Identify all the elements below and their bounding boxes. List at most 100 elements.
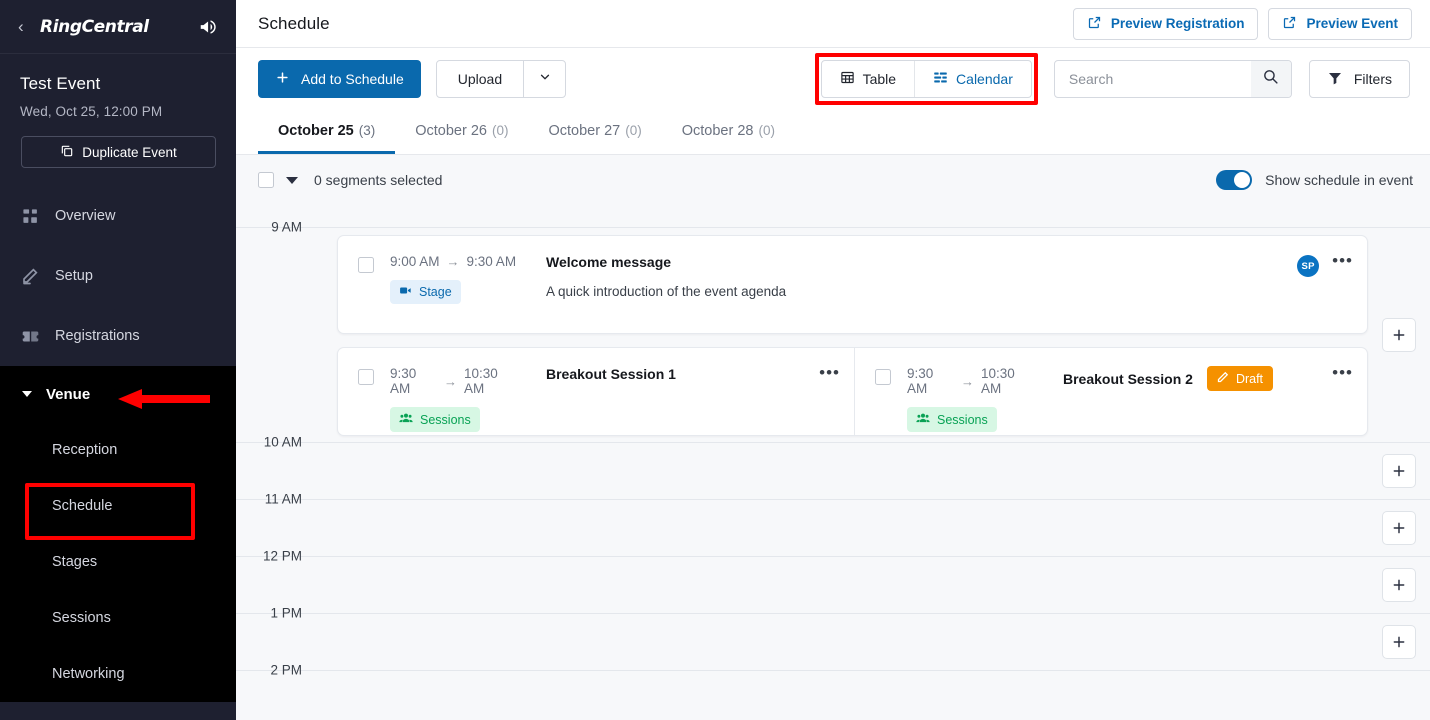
card-type-label: Stage [419, 285, 452, 299]
card-actions: ••• [805, 364, 840, 435]
tab-label: October 26 [415, 122, 487, 139]
sidebar-item-sessions[interactable]: Sessions [0, 590, 236, 646]
chevron-left-icon[interactable]: ‹ [18, 18, 34, 35]
segment-checkbox[interactable] [358, 257, 374, 273]
upload-button[interactable]: Upload [437, 61, 523, 97]
card-body: Welcome message A quick introduction of … [546, 254, 1283, 333]
card-title: Welcome message [546, 254, 672, 270]
avatar[interactable]: SP [1297, 255, 1320, 277]
card-title: Breakout Session 2 [1063, 370, 1193, 387]
table-icon [840, 70, 855, 88]
card-time-range: 9:00 AM → 9:30 AM [390, 254, 518, 269]
filters-button[interactable]: Filters [1308, 60, 1410, 98]
sidebar-header: ‹ RingCentral [0, 0, 236, 54]
event-summary: Test Event Wed, Oct 25, 12:00 PM [0, 54, 236, 119]
plus-icon [1393, 579, 1405, 591]
grid-line [236, 499, 1430, 500]
time-label: 1 PM [270, 605, 302, 621]
tab-calendar-view[interactable]: Calendar [914, 61, 1031, 97]
tab-count: (0) [492, 123, 509, 138]
external-link-icon [1282, 15, 1297, 33]
sidebar-item-registrations[interactable]: Registrations [0, 306, 236, 366]
arrow-right-icon: → [443, 373, 457, 389]
caret-down-icon[interactable] [286, 176, 298, 184]
megaphone-icon[interactable] [198, 16, 220, 38]
sidebar-item-label: Stages [52, 554, 98, 570]
search-button[interactable] [1250, 61, 1291, 97]
sidebar-group-label: Venue [46, 385, 91, 403]
calendar-view-icon [933, 70, 948, 88]
segment-checkbox[interactable] [358, 369, 374, 385]
preview-registration-label: Preview Registration [1110, 16, 1245, 31]
sidebar-item-schedule[interactable]: Schedule [0, 478, 236, 534]
upload-dropdown-toggle[interactable] [523, 61, 565, 97]
add-segment-button[interactable] [1382, 454, 1416, 488]
card-time-range: 9:30 AM → 10:30 AM [390, 366, 518, 396]
add-segment-button[interactable] [1382, 318, 1416, 352]
plus-icon [1393, 636, 1405, 648]
card-time-range: 9:30 AM → 10:30 AM [907, 366, 1035, 396]
show-schedule-toggle[interactable] [1216, 170, 1253, 190]
card-pane-breakout-2[interactable]: 9:30 AM → 10:30 AM Sessions Breakout Ses… [854, 348, 1367, 435]
status-badge[interactable]: Draft [1206, 366, 1274, 391]
show-schedule-toggle-group: Show schedule in event [1216, 170, 1413, 190]
tab-table-label: Table [862, 71, 897, 87]
card-start-time: 9:00 AM [390, 254, 440, 269]
tab-calendar-label: Calendar [956, 71, 1013, 87]
tab-count: (0) [625, 123, 642, 138]
plus-icon [275, 70, 290, 88]
time-label: 9 AM [271, 219, 302, 235]
event-name: Test Event [20, 74, 101, 93]
sidebar-item-label: Schedule [52, 498, 113, 514]
sidebar-item-label: Networking [52, 666, 125, 682]
tab-october-28[interactable]: October 28 (0) [662, 110, 795, 154]
sidebar-item-setup[interactable]: Setup [0, 246, 236, 306]
tab-october-25[interactable]: October 25 (3) [258, 110, 396, 154]
more-horizontal-icon[interactable]: ••• [1332, 364, 1353, 381]
tab-table-view[interactable]: Table [822, 61, 914, 97]
sidebar-nav: Overview Setup Registrations Venue Recep… [0, 186, 236, 702]
preview-event-button[interactable]: Preview Event [1268, 7, 1412, 40]
date-tabs: October 25 (3) October 26 (0) October 27… [236, 110, 1430, 155]
plus-icon [1393, 465, 1405, 477]
card-title: Breakout Session 1 [546, 366, 676, 382]
tab-october-26[interactable]: October 26 (0) [395, 110, 528, 154]
schedule-card-breakout-row[interactable]: 9:30 AM → 10:30 AM Sessions Breakout Ses… [337, 347, 1368, 436]
sidebar-item-stages[interactable]: Stages [0, 534, 236, 590]
schedule-card-welcome-message[interactable]: 9:00 AM → 9:30 AM Stage Welcome message … [337, 235, 1368, 334]
calendar-grid: 9 AM 10 AM 11 AM 12 PM 1 PM 2 PM 9:00 AM… [236, 205, 1430, 720]
add-to-schedule-button[interactable]: Add to Schedule [258, 60, 421, 98]
filters-label: Filters [1353, 71, 1392, 87]
plus-icon [1393, 522, 1405, 534]
copy-icon [60, 144, 74, 161]
card-body: Breakout Session 1 [546, 366, 805, 435]
segment-checkbox[interactable] [875, 369, 891, 385]
tab-count: (3) [358, 123, 376, 138]
tab-label: October 25 [278, 122, 354, 139]
grid-line [236, 442, 1430, 443]
more-horizontal-icon[interactable]: ••• [1332, 252, 1353, 269]
event-date: Wed, Oct 25, 12:00 PM [20, 104, 163, 119]
grid-line [236, 670, 1430, 671]
card-pane-breakout-1[interactable]: 9:30 AM → 10:30 AM Sessions Breakout Ses… [338, 348, 854, 435]
tab-label: October 28 [681, 122, 754, 139]
duplicate-event-button[interactable]: Duplicate Event [21, 136, 216, 168]
add-segment-button[interactable] [1382, 568, 1416, 602]
time-label: 12 PM [262, 548, 302, 564]
grid-line [236, 613, 1430, 614]
select-all-checkbox[interactable] [258, 172, 274, 188]
sidebar-item-networking[interactable]: Networking [0, 646, 236, 702]
arrow-right-icon: → [446, 254, 460, 269]
search-input[interactable] [1054, 61, 1251, 97]
pencil-icon [1217, 371, 1229, 386]
more-horizontal-icon[interactable]: ••• [819, 364, 840, 381]
brand-logo: RingCentral [40, 16, 149, 37]
preview-registration-button[interactable]: Preview Registration [1072, 7, 1259, 40]
annotation-arrow [118, 389, 210, 409]
card-end-time: 10:30 AM [980, 366, 1015, 396]
add-segment-button[interactable] [1382, 625, 1416, 659]
sidebar-item-overview[interactable]: Overview [0, 186, 236, 246]
add-segment-button[interactable] [1382, 511, 1416, 545]
sidebar-item-reception[interactable]: Reception [0, 422, 236, 478]
tab-october-27[interactable]: October 27 (0) [529, 110, 662, 154]
